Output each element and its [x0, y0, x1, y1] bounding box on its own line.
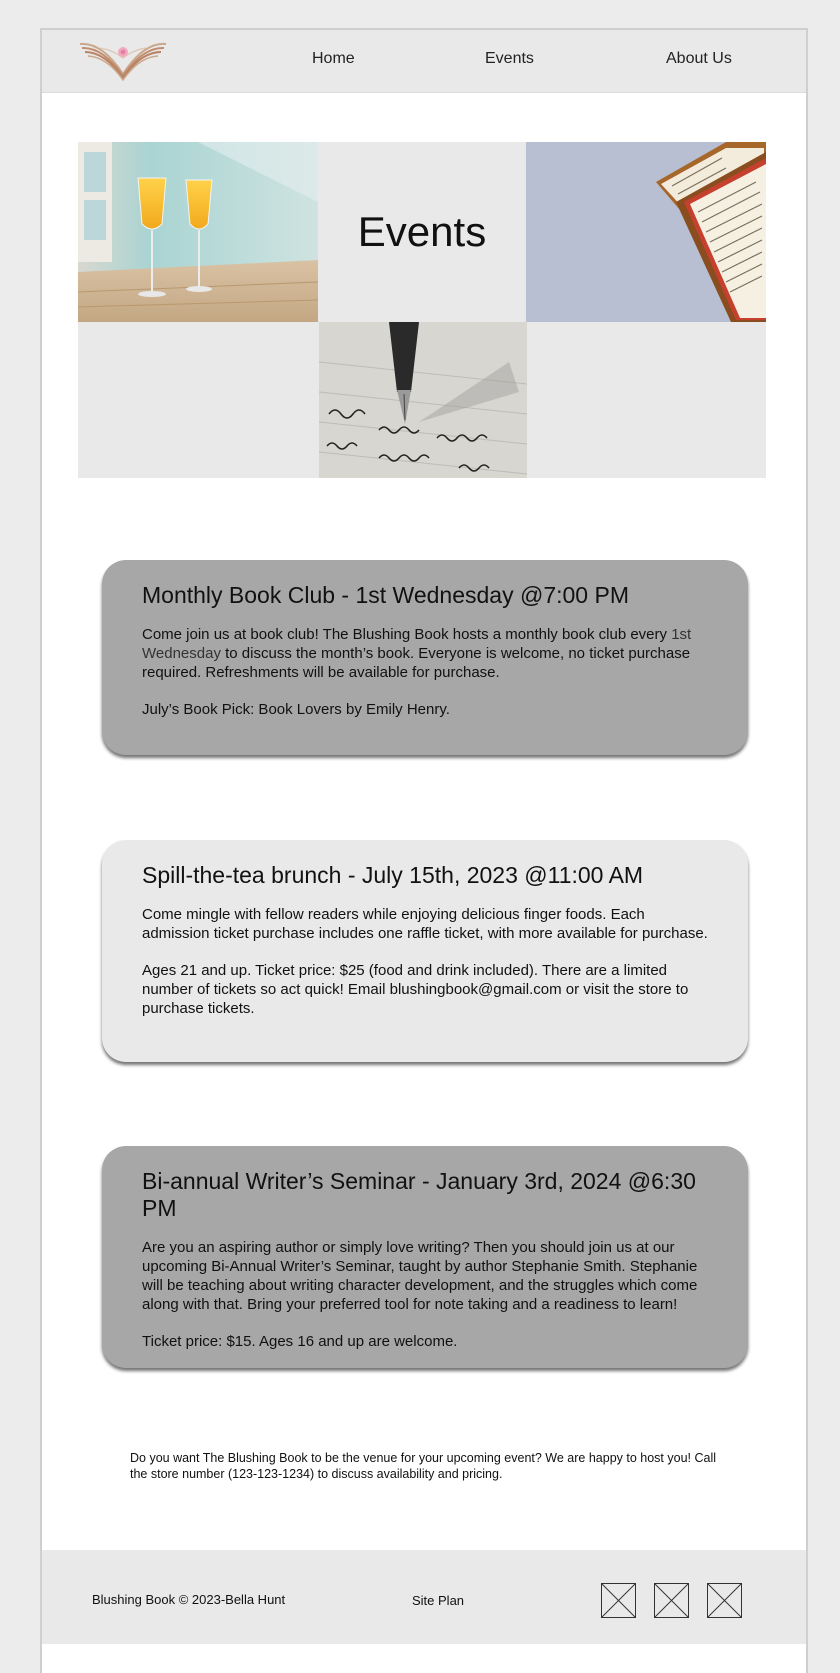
event-title: Monthly Book Club - 1st Wednesday @7:00 …: [142, 582, 629, 608]
social-placeholder-icon[interactable]: [654, 1583, 689, 1618]
event-details: July’s Book Pick: Book Lovers by Emily H…: [142, 701, 450, 718]
host-venue-note: Do you want The Blushing Book to be the …: [130, 1451, 717, 1481]
site-header: Home Events About Us: [42, 30, 806, 93]
event-card-writers-seminar: Bi-annual Writer’s Seminar - January 3rd…: [102, 1146, 748, 1368]
event-details: Ticket price: $15. Ages 16 and up are we…: [142, 1333, 458, 1350]
event-details: Ages 21 and up. Ticket price: $25 (food …: [142, 962, 689, 1017]
social-placeholder-icon[interactable]: [601, 1583, 636, 1618]
footer-site-plan-link[interactable]: Site Plan: [412, 1593, 464, 1608]
event-description: Come mingle with fellow readers while en…: [142, 906, 708, 942]
event-card-book-club: Monthly Book Club - 1st Wednesday @7:00 …: [102, 560, 748, 755]
footer-copyright: Blushing Book © 2023-Bella Hunt: [92, 1592, 286, 1607]
event-title: Bi-annual Writer’s Seminar - January 3rd…: [142, 1168, 696, 1221]
open-books-photo: [526, 142, 766, 322]
event-card-brunch: Spill-the-tea brunch - July 15th, 2023 @…: [102, 840, 748, 1062]
page-frame: Home Events About Us Events Monthly Book…: [40, 28, 808, 1673]
event-description: Come join us at book club! The Blushing …: [142, 626, 692, 681]
nav-events[interactable]: Events: [485, 50, 534, 68]
nav-home[interactable]: Home: [312, 50, 355, 68]
event-description: Are you an aspiring author or simply lov…: [142, 1239, 698, 1313]
mimosa-glasses-photo: [78, 142, 318, 322]
hero-title: Events: [357, 208, 487, 255]
fountain-pen-writing-photo: [319, 322, 527, 478]
open-book-logo[interactable]: [78, 38, 168, 82]
site-footer: Blushing Book © 2023-Bella Hunt Site Pla…: [42, 1550, 806, 1644]
social-placeholder-icon[interactable]: [707, 1583, 742, 1618]
hero-collage: Events: [78, 142, 766, 478]
nav-about-us[interactable]: About Us: [666, 50, 732, 68]
event-title: Spill-the-tea brunch - July 15th, 2023 @…: [142, 862, 644, 888]
